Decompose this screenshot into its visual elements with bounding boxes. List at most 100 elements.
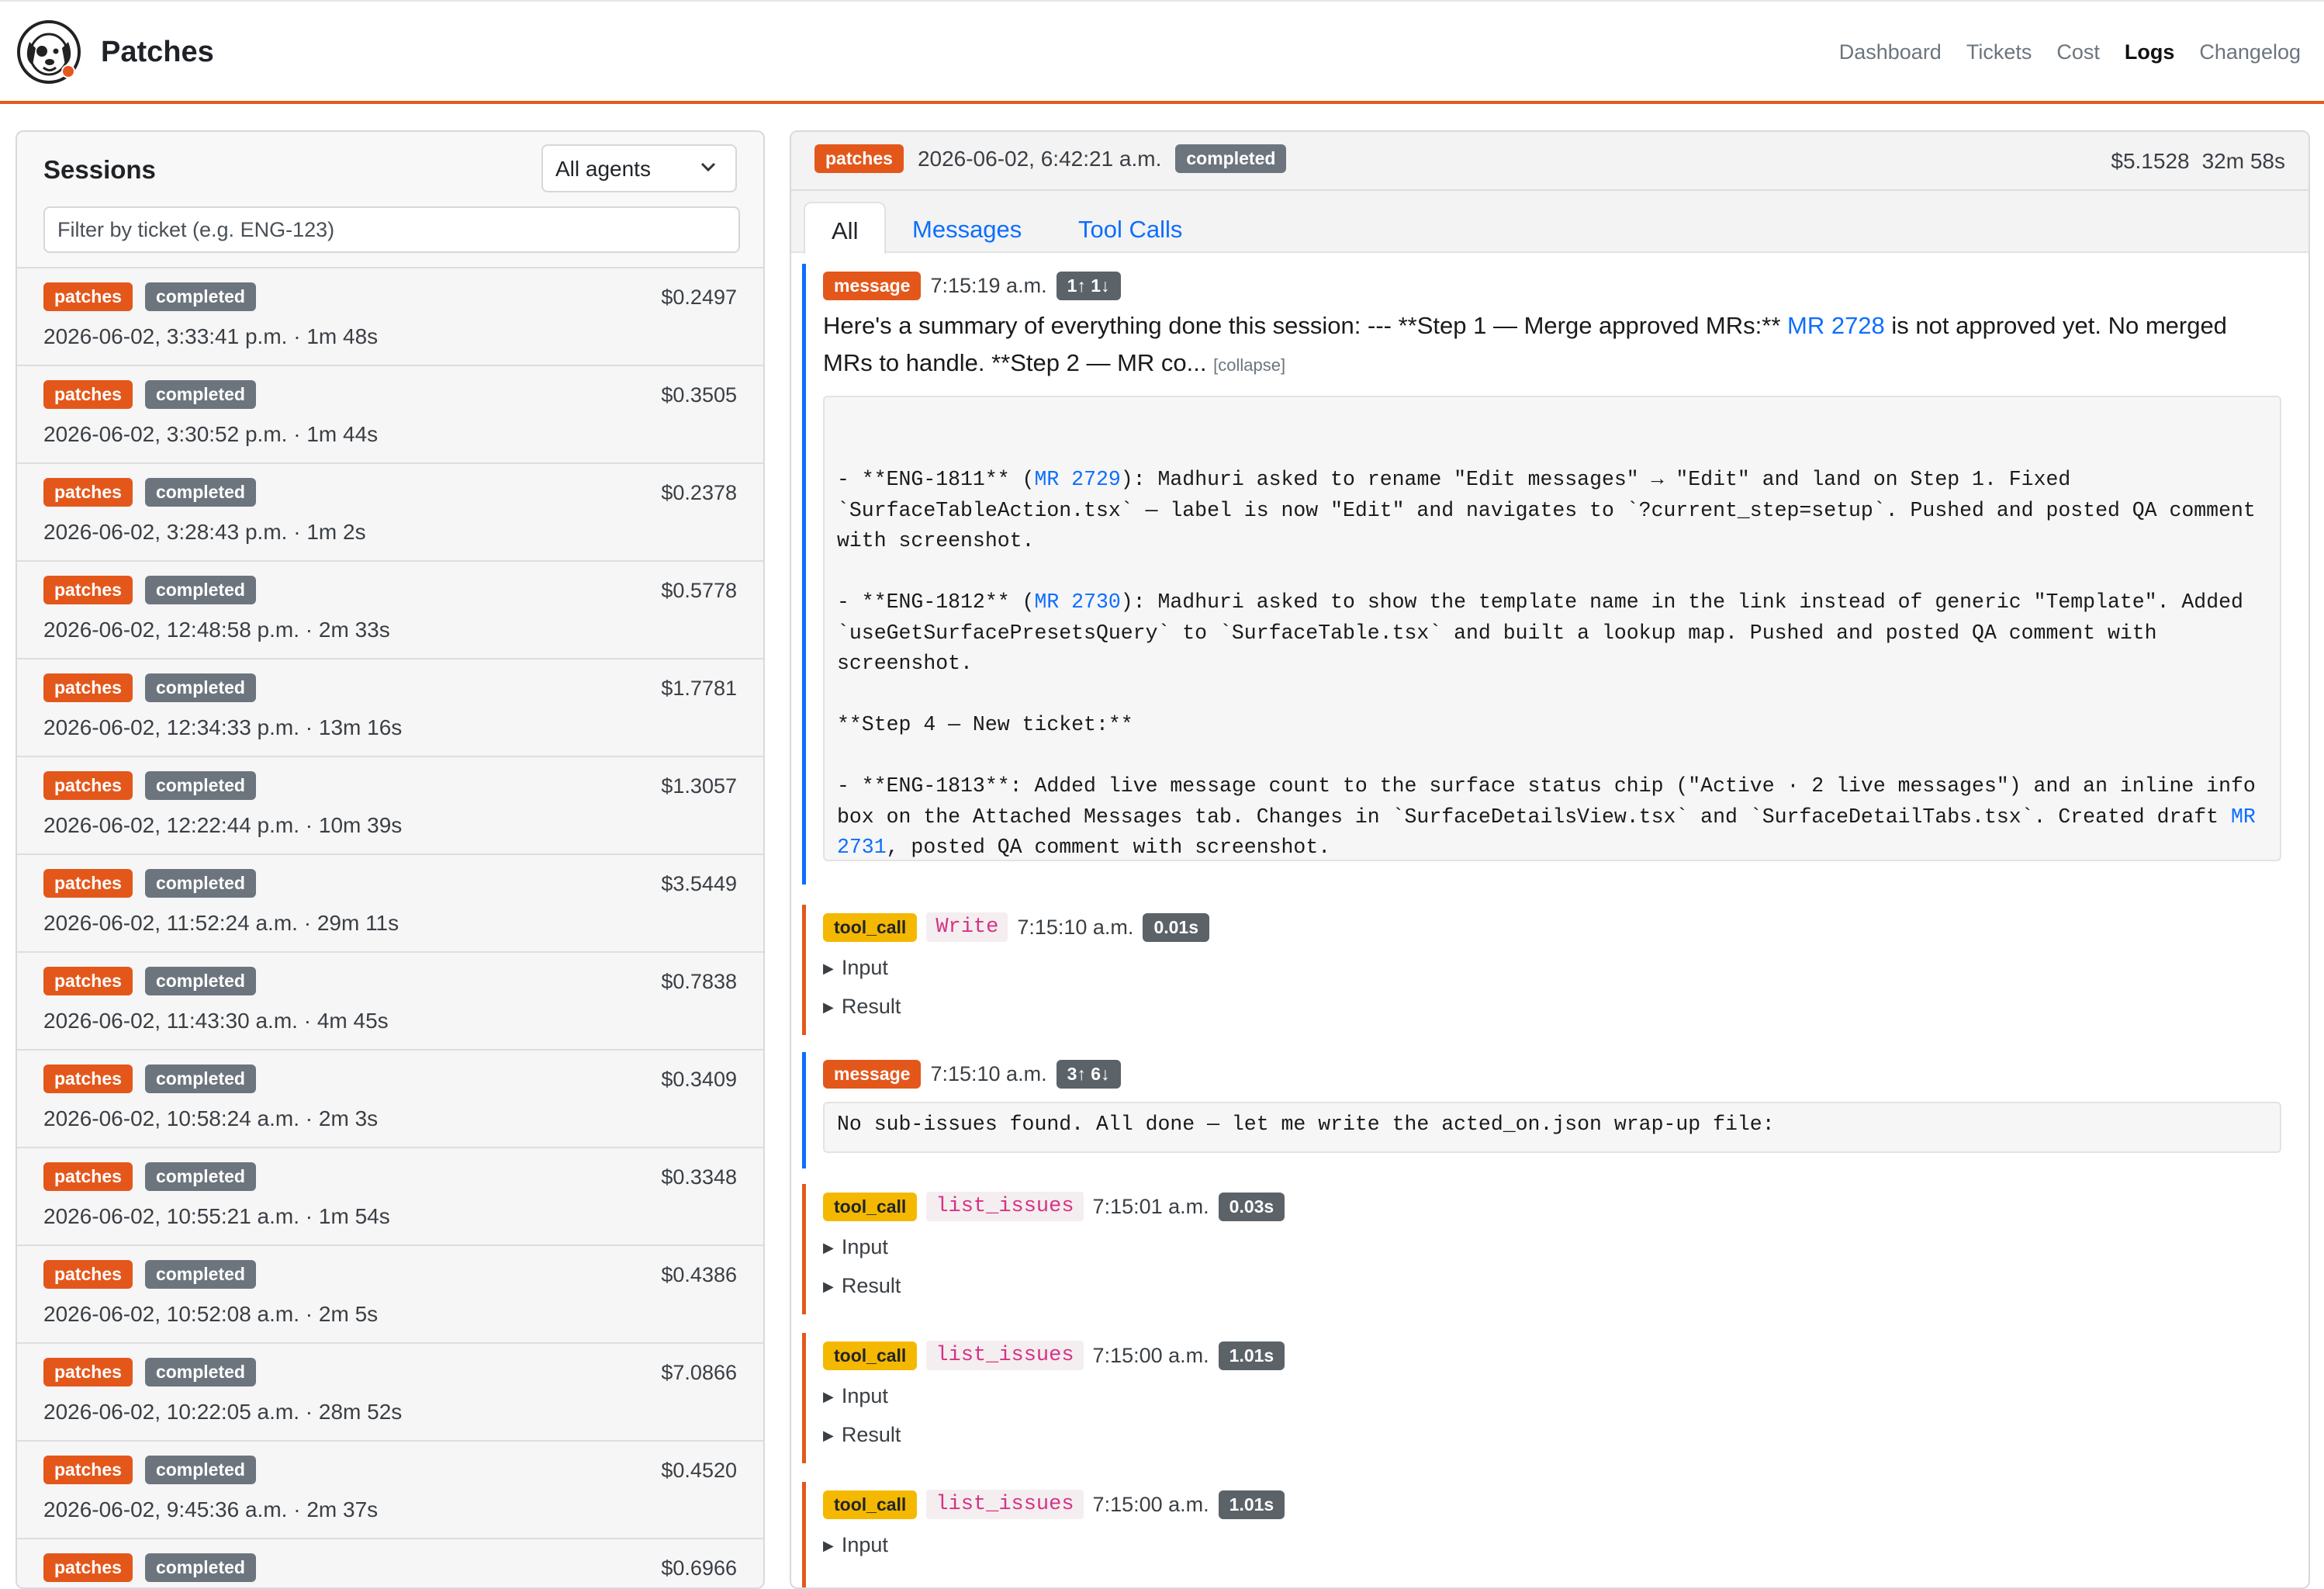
input-toggle[interactable]: ▶ Input [823,1384,888,1408]
session-row[interactable]: patches completed $0.3348 2026-06-02, 10:55… [17,1148,763,1246]
triangle-right-icon: ▶ [823,1279,834,1294]
result-toggle[interactable]: ▶ Result [823,995,901,1019]
mr-link[interactable]: MR 2730 [1034,590,1120,614]
tool-call-badge: tool_call [823,1192,918,1221]
session-cost: $5.1528 [2111,149,2190,173]
agent-badge: patches [43,1260,133,1289]
nav-changelog[interactable]: Changelog [2199,40,2301,64]
input-toggle[interactable]: ▶ Input [823,1533,888,1557]
agent-badge: patches [43,478,133,507]
sessions-title: Sessions [43,155,156,184]
agent-badge: patches [43,1358,133,1386]
tool-call-badge: tool_call [823,912,918,942]
nav-tickets[interactable]: Tickets [1966,40,2032,64]
session-meta: 2026-06-02, 10:52:08 a.m. · 2m 5s [43,1302,379,1326]
session-cost: $0.7838 [661,970,737,993]
status-badge: completed [144,967,256,995]
status-badge: completed [144,1162,256,1191]
sessions-panel: Sessions All agents patches completed $0.2… [16,130,765,1589]
session-meta: 2026-06-02, 3:30:52 p.m. · 1m 44s [43,422,379,446]
agent-badge: patches [43,1456,133,1484]
log-header: patches 2026-06-02, 6:42:21 a.m. complet… [791,132,2308,191]
session-meta: 2026-06-02, 11:43:30 a.m. · 4m 45s [43,1009,389,1033]
brand-name[interactable]: Patches [101,36,214,69]
log-panel: patches 2026-06-02, 6:42:21 a.m. complet… [790,130,2310,1589]
session-meta: 2026-06-02, 12:22:44 p.m. · 10m 39s [43,813,403,837]
status-badge: completed [144,1456,256,1484]
session-row[interactable]: patches completed $0.5778 2026-06-02, 12:48… [17,562,763,659]
collapse-toggle[interactable]: [collapse] [1213,355,1285,375]
status-badge: completed [1175,144,1287,173]
agent-badge: patches [43,771,133,800]
session-cost: $0.3505 [661,383,737,407]
ticket-filter-input[interactable] [43,206,740,253]
agent-badge: patches [43,869,133,898]
status-badge: completed [144,478,256,507]
status-badge: completed [144,1358,256,1386]
session-meta: 2026-06-02, 3:33:41 p.m. · 1m 48s [43,324,379,348]
session-cost: $0.6966 [661,1556,737,1580]
log-entry-tool-call: tool_call list_issues 7:15:01 a.m. 0.03s… [802,1184,2299,1314]
tab-all[interactable]: All [804,202,887,254]
result-toggle[interactable]: ▶ Result [823,1423,901,1447]
status-badge: completed [144,380,256,409]
duration-badge: 0.01s [1143,912,1209,942]
mr-link[interactable]: MR 2729 [1034,468,1120,491]
nav-cost[interactable]: Cost [2056,40,2100,64]
triangle-right-icon: ▶ [823,1428,834,1443]
session-cost: $1.7781 [661,677,737,700]
session-row[interactable]: patches completed $0.4520 2026-06-02, 9:45:… [17,1442,763,1539]
agent-badge: patches [43,380,133,409]
session-row[interactable]: patches completed $0.2378 2026-06-02, 3:28:… [17,464,763,562]
session-cost: $0.3409 [661,1068,737,1091]
log-tabs: All Messages Tool Calls [791,191,2308,254]
dog-logo-icon[interactable] [16,19,82,85]
duration-badge: 1.01s [1218,1341,1285,1370]
status-badge: completed [144,576,256,604]
session-row[interactable]: patches completed $0.6966 [17,1539,763,1587]
agent-select[interactable]: All agents [541,144,737,192]
tab-messages[interactable]: Messages [886,202,1048,254]
top-navbar: Patches Dashboard Tickets Cost Logs Chan… [0,0,2324,104]
tool-name: list_issues [926,1341,1084,1370]
session-row[interactable]: patches completed $0.2497 2026-06-02, 3:33:… [17,268,763,366]
session-cost: $0.3348 [661,1165,737,1189]
session-meta: 2026-06-02, 11:52:24 a.m. · 29m 11s [43,911,399,935]
triangle-right-icon: ▶ [823,1538,834,1553]
session-row[interactable]: patches completed $3.5449 2026-06-02, 11:52… [17,855,763,953]
entry-time: 7:15:10 a.m. [930,1062,1047,1085]
session-row[interactable]: patches completed $0.3409 2026-06-02, 10:58… [17,1051,763,1148]
session-row[interactable]: patches completed $7.0866 2026-06-02, 10:22… [17,1344,763,1442]
log-entry-tool-call: tool_call list_issues 7:15:00 a.m. 1.01s… [802,1333,2299,1463]
input-toggle[interactable]: ▶ Input [823,1235,888,1259]
session-row[interactable]: patches completed $0.3505 2026-06-02, 3:30:… [17,366,763,464]
session-row[interactable]: patches completed $0.7838 2026-06-02, 11:43… [17,953,763,1051]
sessions-header: Sessions All agents [17,132,763,268]
session-meta: 2026-06-02, 12:34:33 p.m. · 13m 16s [43,715,403,739]
session-row[interactable]: patches completed $1.3057 2026-06-02, 12:22… [17,757,763,855]
nav-logs[interactable]: Logs [2125,40,2175,64]
session-row[interactable]: patches completed $0.4386 2026-06-02, 10:52… [17,1246,763,1344]
entry-time: 7:15:00 a.m. [1092,1343,1209,1367]
session-duration: 32m 58s [2201,149,2285,173]
status-badge: completed [144,1065,256,1093]
session-datetime: 2026-06-02, 6:42:21 a.m. [917,146,1162,171]
input-toggle[interactable]: ▶ Input [823,956,888,980]
result-toggle[interactable]: ▶ Result [823,1274,901,1298]
session-cost: $0.4520 [661,1459,737,1482]
tool-name: list_issues [926,1490,1084,1519]
message-badge: message [823,1060,922,1089]
token-badge: 1↑ 1↓ [1056,272,1121,300]
message-badge: message [823,272,922,300]
mr-link[interactable]: MR 2728 [1787,312,1885,339]
session-list: patches completed $0.2497 2026-06-02, 3:33:… [17,268,763,1587]
session-row[interactable]: patches completed $1.7781 2026-06-02, 12:34… [17,659,763,757]
agent-badge: patches [43,576,133,604]
tool-call-badge: tool_call [823,1341,918,1370]
tab-tool-calls[interactable]: Tool Calls [1052,202,1209,254]
agent-badge: patches [43,1065,133,1093]
session-meta: 2026-06-02, 10:58:24 a.m. · 2m 3s [43,1106,379,1130]
status-badge: completed [144,1260,256,1289]
nav-dashboard[interactable]: Dashboard [1839,40,1942,64]
triangle-right-icon: ▶ [823,1389,834,1404]
